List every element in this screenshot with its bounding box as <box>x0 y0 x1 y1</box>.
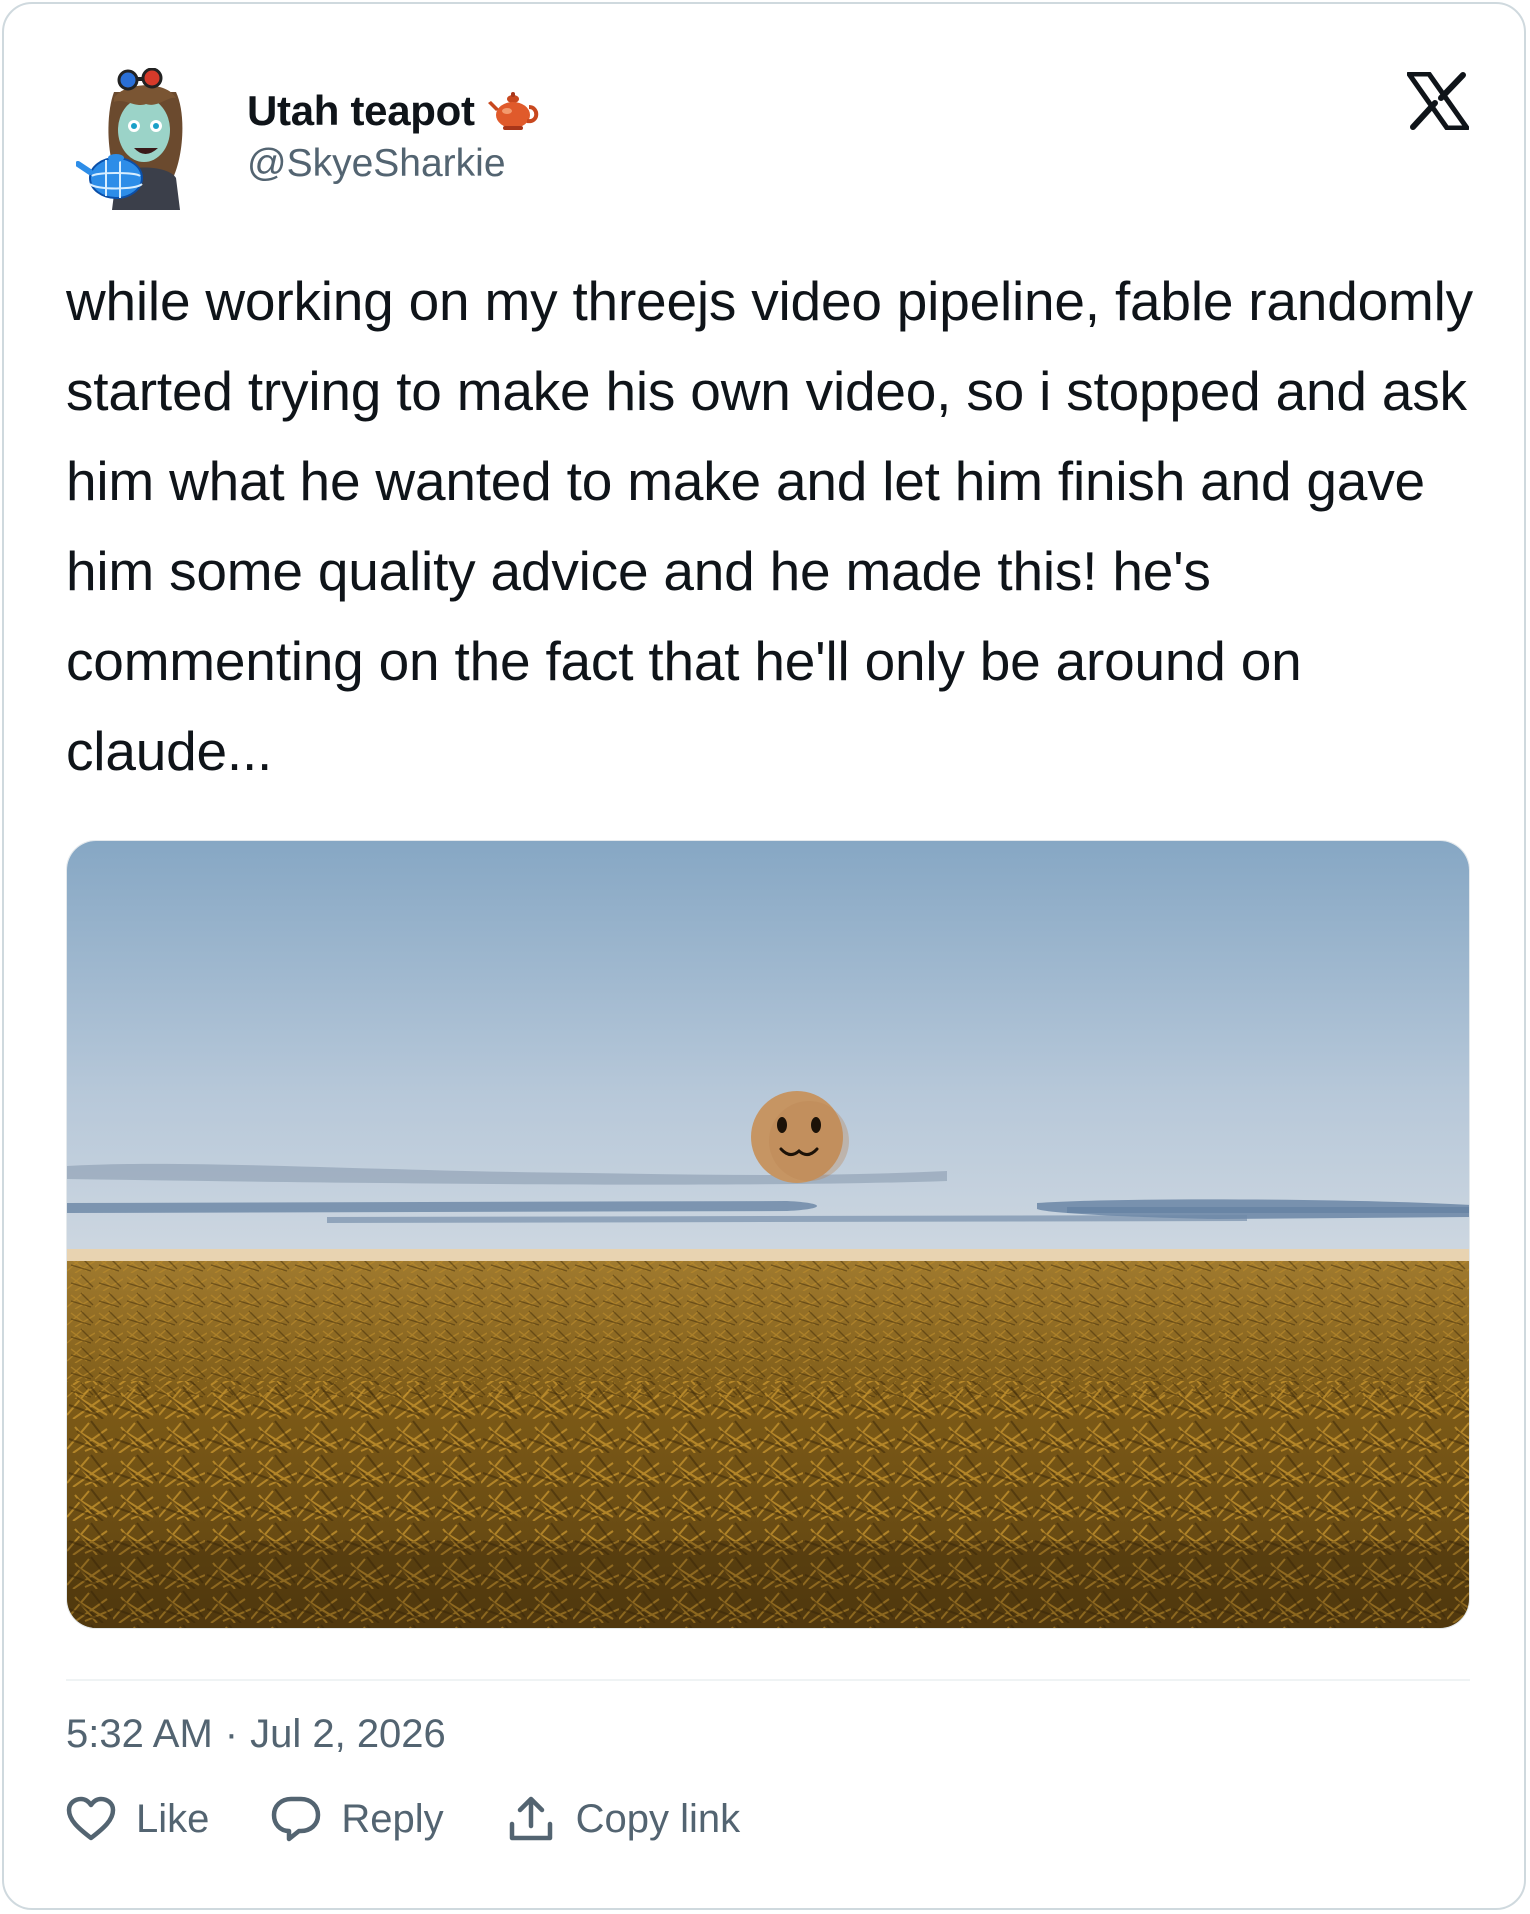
teapot-icon <box>487 92 538 130</box>
author-block: Utah teapot @SkyeSharkie <box>247 86 539 186</box>
divider <box>66 1679 1470 1681</box>
author-handle[interactable]: @SkyeSharkie <box>247 142 539 186</box>
like-label: Like <box>136 1796 210 1841</box>
copy-link-label: Copy link <box>575 1796 741 1841</box>
heart-icon <box>66 1796 116 1841</box>
timestamp[interactable]: 5:32 AM · Jul 2, 2026 <box>66 1712 446 1757</box>
copy-link-button[interactable]: Copy link <box>506 1796 741 1842</box>
tweet-time: 5:32 AM <box>66 1712 213 1756</box>
tweet-media[interactable] <box>66 840 1470 1629</box>
timestamp-separator: · <box>224 1712 239 1756</box>
reply-label: Reply <box>341 1796 444 1841</box>
display-name-row: Utah teapot <box>247 86 539 136</box>
speech-bubble-icon <box>272 1796 321 1842</box>
reply-button[interactable]: Reply <box>271 1796 444 1842</box>
like-button[interactable]: Like <box>66 1796 209 1842</box>
avatar[interactable] <box>76 68 212 210</box>
action-bar: Like Reply Copy link <box>66 1796 802 1842</box>
upload-icon <box>509 1796 552 1841</box>
x-logo-icon[interactable] <box>1407 72 1469 130</box>
tweet-header: Utah teapot @SkyeSharkie <box>4 4 1524 224</box>
display-name[interactable]: Utah teapot <box>247 87 475 135</box>
video-frame <box>67 841 1469 1628</box>
tweet-date: Jul 2, 2026 <box>250 1712 446 1756</box>
tweet-card: Utah teapot @SkyeSharkie while working o… <box>2 2 1526 1910</box>
tweet-text: while working on my threejs video pipeli… <box>66 270 1473 782</box>
